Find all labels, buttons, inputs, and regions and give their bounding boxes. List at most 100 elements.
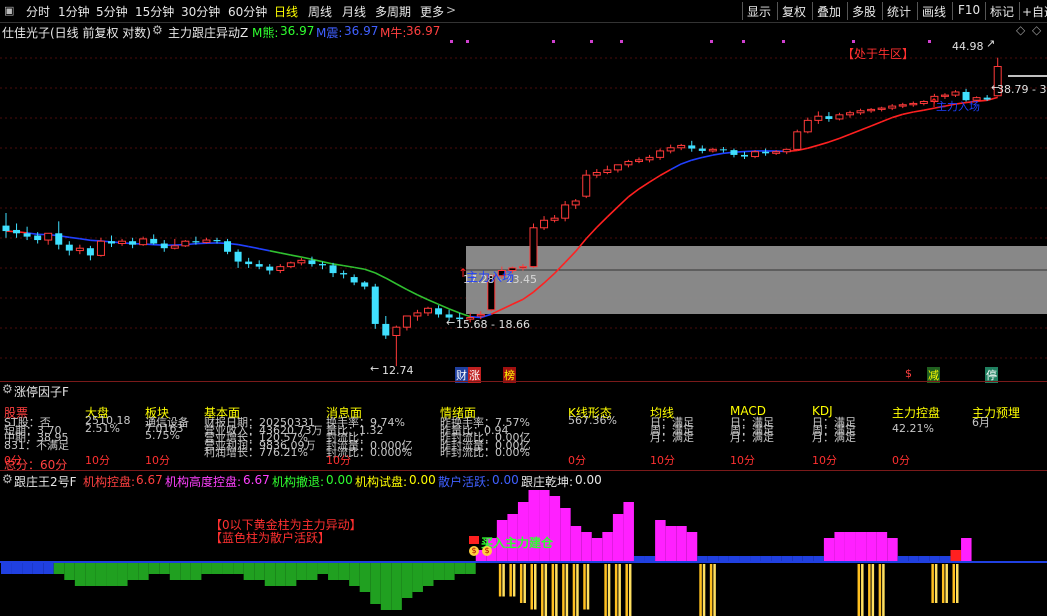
candle-body xyxy=(65,244,73,251)
tab-5min[interactable]: 5分钟 xyxy=(96,3,128,20)
factor-cell: 月：满足 xyxy=(650,431,694,444)
coin-icon: $ xyxy=(469,546,479,556)
candle-body xyxy=(308,260,316,265)
m-range-value: 36.97 xyxy=(344,24,379,38)
m-range-label: M震: xyxy=(316,26,343,40)
ma-line-segment xyxy=(670,163,682,171)
gold-bar xyxy=(614,564,618,616)
indicator-bar xyxy=(855,532,867,562)
indicator-bar xyxy=(338,562,350,580)
inst-retreat-value: 0.00 xyxy=(326,473,353,487)
add-watchlist-button[interactable]: +自选 xyxy=(1022,3,1047,20)
signal-dot xyxy=(450,40,453,43)
indicator-bar xyxy=(127,562,139,580)
signal-dot xyxy=(782,40,785,43)
support-zone xyxy=(466,246,1047,314)
signal-dot xyxy=(590,40,593,43)
ma-line-segment xyxy=(680,159,693,165)
stats-button[interactable]: 统计 xyxy=(887,3,911,20)
candle-body xyxy=(645,156,654,161)
nav-left-icon[interactable]: ◇ xyxy=(1016,23,1025,37)
chart-icon[interactable]: ▣ xyxy=(4,4,14,17)
indicator-bar xyxy=(264,562,276,586)
lower-panel-header: ⚙ 跟庄王2号F 机构控盘: 6.67 机构高度控盘: 6.67 机构撤退: 0… xyxy=(0,472,1047,489)
display-button[interactable]: 显示 xyxy=(747,3,771,20)
gold-bar xyxy=(713,564,716,616)
indicator-bar xyxy=(53,562,65,574)
draw-button[interactable]: 画线 xyxy=(922,3,946,20)
ma-line-segment xyxy=(691,156,703,161)
factor-cell: 5.75% xyxy=(145,429,180,442)
bar-indicator-chart[interactable] xyxy=(0,488,1047,616)
chevron-right-icon[interactable]: > xyxy=(446,3,456,17)
candle-body xyxy=(666,147,675,152)
panel-divider xyxy=(0,470,1047,471)
overlay-button[interactable]: 叠加 xyxy=(817,3,841,20)
candle-body xyxy=(550,217,559,221)
adjust-button[interactable]: 复权 xyxy=(782,3,806,20)
indicator-bar xyxy=(212,562,223,574)
ma-line-segment xyxy=(364,268,376,274)
tab-60min[interactable]: 60分钟 xyxy=(228,3,267,20)
indicator-bar xyxy=(655,520,666,562)
tab-daily[interactable]: 日线 xyxy=(274,3,298,20)
tab-15min[interactable]: 15分钟 xyxy=(135,3,174,20)
gold-bar xyxy=(512,564,516,597)
factor-score: 0分 xyxy=(892,454,910,467)
candle-body xyxy=(877,107,886,110)
candle-body xyxy=(139,238,148,246)
f10-button[interactable]: F10 xyxy=(958,3,980,17)
mark-button[interactable]: 标记 xyxy=(990,3,1014,20)
tab-monthly[interactable]: 月线 xyxy=(342,3,366,20)
candle-body xyxy=(96,240,105,256)
tab-30min[interactable]: 30分钟 xyxy=(181,3,220,20)
indicator-bar xyxy=(433,562,445,580)
tag-dollar[interactable]: $ xyxy=(905,367,912,380)
stock-title[interactable]: 仕佳光子(日线 前复权 对数) xyxy=(2,24,151,41)
gold-bar xyxy=(945,564,948,603)
candle-body xyxy=(329,265,337,274)
tab-multi-period[interactable]: 多周期 xyxy=(375,3,411,20)
indicator-bar xyxy=(201,562,212,574)
factor-score: 10分 xyxy=(730,454,755,467)
factor-score: 0分 xyxy=(568,454,586,467)
indicator-name[interactable]: 主力跟庄异动Z xyxy=(168,24,248,41)
gold-bar xyxy=(502,564,505,597)
coin-icon: $ xyxy=(482,546,492,556)
multi-stock-button[interactable]: 多股 xyxy=(852,3,876,20)
candle-body xyxy=(561,204,570,219)
gold-bar xyxy=(934,564,938,603)
factor-score: 10分 xyxy=(650,454,675,467)
tab-more[interactable]: 更多 xyxy=(420,3,444,20)
gold-bar xyxy=(952,564,955,603)
indicator-bar xyxy=(254,562,265,580)
candle-body xyxy=(266,266,274,271)
candle-body xyxy=(635,159,643,162)
tab-1min[interactable]: 1分钟 xyxy=(58,3,90,20)
tab-weekly[interactable]: 周线 xyxy=(308,3,332,20)
indicator-bar xyxy=(117,562,128,586)
tab-fenshi[interactable]: 分时 xyxy=(26,3,50,20)
gear-icon[interactable]: ⚙ xyxy=(2,382,13,396)
candle-body xyxy=(435,308,443,315)
candle-body xyxy=(234,251,242,262)
gear-icon[interactable]: ⚙ xyxy=(2,472,13,486)
factor-score: 10分 xyxy=(326,454,351,467)
candle-body xyxy=(255,264,263,267)
indicator-bar xyxy=(454,562,466,574)
candle-body xyxy=(603,169,612,174)
candle-body xyxy=(856,110,865,114)
settings-gear-icon[interactable]: ⚙ xyxy=(152,23,163,37)
candle-body xyxy=(919,100,928,104)
candle-body xyxy=(540,219,549,229)
ma-line-segment xyxy=(617,196,629,208)
factor-panel-title[interactable]: 涨停因子F xyxy=(14,383,69,400)
ma-line-segment xyxy=(902,111,914,116)
nav-right-icon[interactable]: ◇ xyxy=(1032,23,1041,37)
candle-body xyxy=(297,259,306,264)
indicator-bar xyxy=(423,562,434,586)
high-price-label: 44.98 xyxy=(952,40,984,53)
main-chart-header: 仕佳光子(日线 前复权 对数) ⚙ 主力跟庄异动Z M熊: 36.97 M震: … xyxy=(0,23,1047,41)
retail-active-value: 0.00 xyxy=(492,473,519,487)
indicator-bar xyxy=(222,562,234,574)
